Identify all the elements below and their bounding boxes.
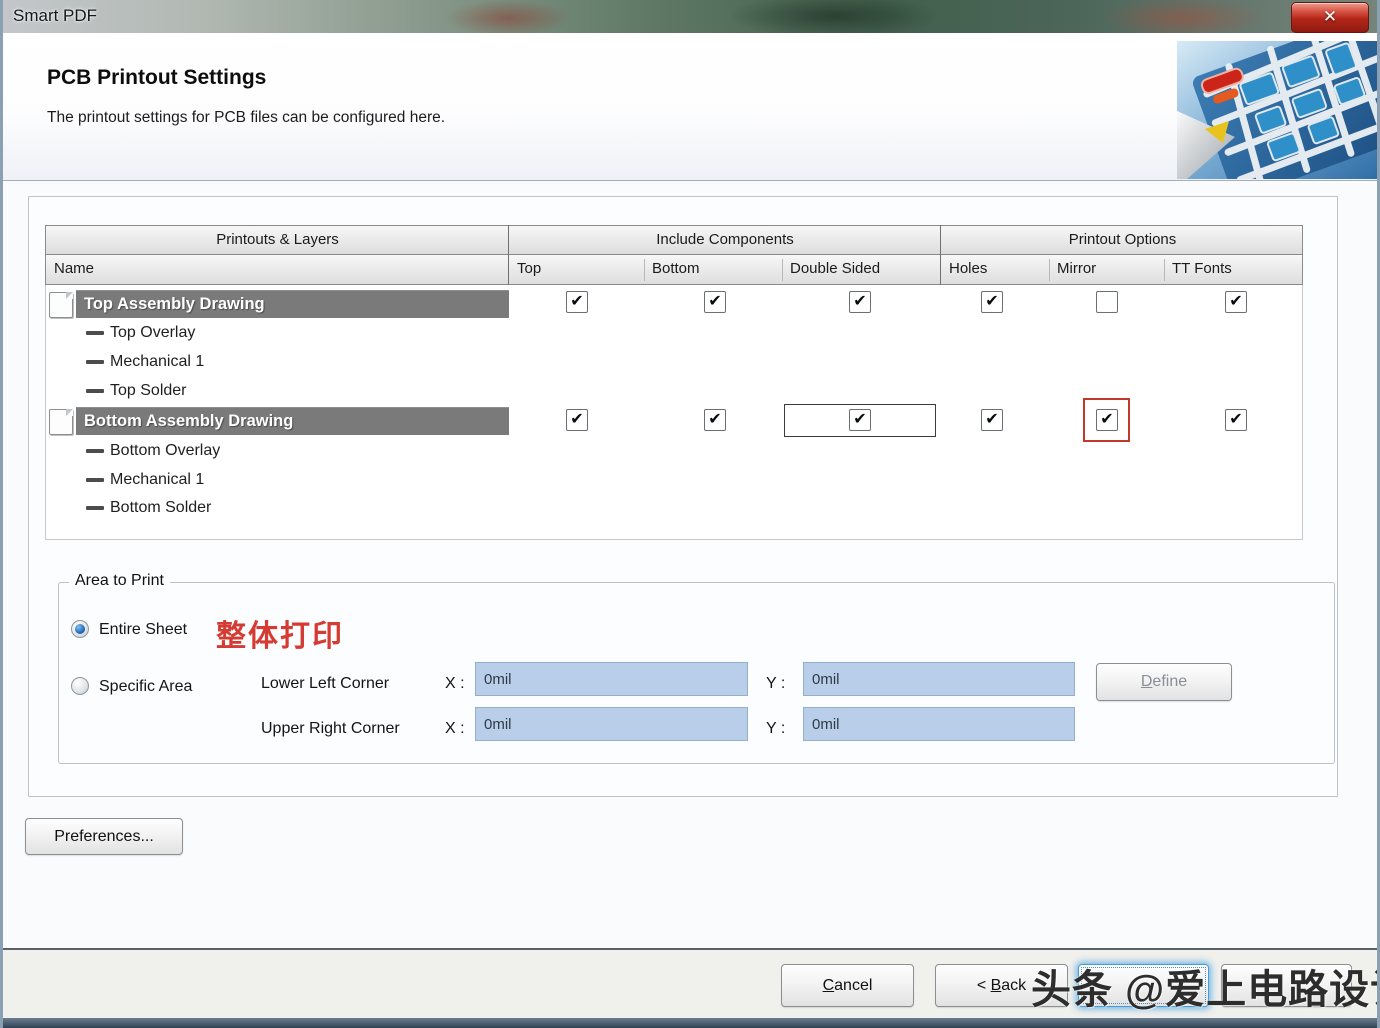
preferences-button[interactable]: Preferences...	[25, 818, 183, 855]
define-button[interactable]: Define	[1096, 663, 1232, 701]
entire-sheet-label[interactable]: Entire Sheet	[99, 621, 187, 639]
title-bar[interactable]: Smart PDF ✕	[3, 0, 1377, 34]
lower-left-y-input[interactable]	[803, 662, 1075, 696]
x-label: X :	[445, 720, 465, 738]
checkbox-double-sided-2[interactable]: ✔	[849, 409, 871, 431]
watermark-text: 头条 @爱上电路设计	[1031, 957, 1380, 1015]
area-to-print-legend: Area to Print	[69, 572, 170, 590]
layer-color-icon	[86, 449, 104, 453]
upper-right-corner-label: Upper Right Corner	[261, 720, 400, 738]
lower-left-corner-label: Lower Left Corner	[261, 675, 389, 693]
pcb-artwork-image	[1177, 41, 1377, 179]
checkbox-double-sided-1[interactable]: ✔	[849, 291, 871, 313]
chinese-annotation: 整体打印	[216, 611, 344, 655]
checkbox-top-2[interactable]: ✔	[566, 409, 588, 431]
table-group-header: Printouts & Layers Include Components Pr…	[45, 225, 1303, 255]
checkbox-bottom-2[interactable]: ✔	[704, 409, 726, 431]
checkbox-holes-2[interactable]: ✔	[981, 409, 1003, 431]
document-icon	[49, 292, 73, 318]
column-top[interactable]: Top	[509, 255, 644, 283]
checkbox-tt-fonts-2[interactable]: ✔	[1225, 409, 1247, 431]
layer-color-icon	[86, 506, 104, 510]
layer-row[interactable]: Mechanical 1	[46, 466, 509, 494]
window-title: Smart PDF	[13, 6, 97, 26]
table-column-header: Name Top Bottom Double Sided Holes Mirro…	[45, 255, 1303, 285]
checkbox-holes-1[interactable]: ✔	[981, 291, 1003, 313]
layer-name: Mechanical 1	[110, 353, 204, 371]
table-body: Top Assembly Drawing ✔ ✔ ✔ ✔ ✔ Top Overl…	[45, 285, 1303, 540]
checkbox-bottom-1[interactable]: ✔	[704, 291, 726, 313]
printout-row-top-assembly[interactable]: Top Assembly Drawing	[46, 290, 509, 318]
close-icon: ✕	[1323, 7, 1337, 26]
wizard-header: PCB Printout Settings The printout setti…	[3, 33, 1377, 181]
column-tt-fonts[interactable]: TT Fonts	[1164, 255, 1304, 283]
entire-sheet-radio[interactable]	[71, 620, 89, 638]
close-button[interactable]: ✕	[1291, 2, 1369, 33]
smart-pdf-dialog: Smart PDF ✕ PCB Printout Settings The pr…	[0, 0, 1380, 1028]
layer-name: Bottom Overlay	[110, 442, 220, 460]
y-label: Y :	[766, 720, 785, 738]
checkbox-mirror-2[interactable]: ✔	[1096, 409, 1118, 431]
layer-name: Bottom Solder	[110, 499, 211, 517]
lower-left-x-input[interactable]	[475, 662, 748, 696]
specific-area-radio[interactable]	[71, 677, 89, 695]
layer-row[interactable]: Top Solder	[46, 377, 509, 405]
document-icon	[49, 409, 73, 435]
upper-right-y-input[interactable]	[803, 707, 1075, 741]
y-label: Y :	[766, 675, 785, 693]
column-holes[interactable]: Holes	[941, 255, 1049, 283]
layer-row[interactable]: Bottom Overlay	[46, 437, 509, 465]
layer-name: Top Solder	[110, 382, 187, 400]
layer-color-icon	[86, 389, 104, 393]
layer-name: Mechanical 1	[110, 471, 204, 489]
column-mirror[interactable]: Mirror	[1049, 255, 1164, 283]
group-header-printout-options: Printout Options	[941, 226, 1304, 254]
page-subtitle: The printout settings for PCB files can …	[47, 109, 445, 127]
table-section-divider	[940, 225, 941, 285]
printout-row-bottom-assembly[interactable]: Bottom Assembly Drawing	[46, 407, 509, 435]
layer-row[interactable]: Top Overlay	[46, 319, 509, 347]
cancel-button[interactable]: Cancel	[781, 964, 914, 1007]
layer-name: Top Overlay	[110, 324, 195, 342]
group-header-printouts-layers: Printouts & Layers	[46, 226, 509, 254]
printouts-table: Printouts & Layers Include Components Pr…	[45, 225, 1303, 540]
layer-color-icon	[86, 331, 104, 335]
specific-area-label[interactable]: Specific Area	[99, 678, 192, 696]
x-label: X :	[445, 675, 465, 693]
layer-color-icon	[86, 360, 104, 364]
page-title: PCB Printout Settings	[47, 66, 266, 90]
group-header-include-components: Include Components	[509, 226, 941, 254]
window-bottom-edge	[3, 1018, 1377, 1028]
main-content: Printouts & Layers Include Components Pr…	[3, 181, 1377, 948]
layer-color-icon	[86, 478, 104, 482]
table-section-divider	[508, 225, 509, 285]
column-bottom[interactable]: Bottom	[644, 255, 782, 283]
checkbox-top-1[interactable]: ✔	[566, 291, 588, 313]
printout-name: Top Assembly Drawing	[76, 295, 265, 314]
printout-name: Bottom Assembly Drawing	[76, 412, 293, 431]
layer-row[interactable]: Bottom Solder	[46, 494, 509, 522]
upper-right-x-input[interactable]	[475, 707, 748, 741]
checkbox-tt-fonts-1[interactable]: ✔	[1225, 291, 1247, 313]
column-double-sided[interactable]: Double Sided	[782, 255, 941, 283]
checkbox-mirror-1[interactable]	[1096, 291, 1118, 313]
column-name[interactable]: Name	[46, 255, 509, 283]
layer-row[interactable]: Mechanical 1	[46, 348, 509, 376]
